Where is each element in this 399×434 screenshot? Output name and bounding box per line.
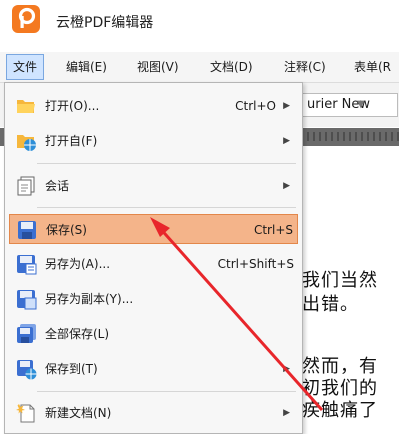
menu-item-label: 新建文档(N) <box>45 406 112 420</box>
menu-item-shortcut: Ctrl+O <box>235 99 276 113</box>
app-title: 云橙PDF编辑器 <box>56 15 154 31</box>
menu-separator <box>37 207 296 208</box>
menu-item-label: 另存为副本(Y)... <box>45 292 134 306</box>
title-bar: 云橙PDF编辑器 <box>0 0 399 44</box>
chevron-right-icon: ▶ <box>283 136 290 146</box>
menu-bar: 文件 编辑(E) 视图(V) 文档(D) 注释(C) 表单(R <box>0 52 399 83</box>
menu-separator <box>37 391 296 392</box>
save-icon <box>16 219 38 241</box>
menu-item-label: 会话 <box>45 179 70 193</box>
menu-item-label: 另存为(A)... <box>45 257 111 271</box>
menu-file[interactable]: 文件 <box>6 54 45 80</box>
menu-edit[interactable]: 编辑(E) <box>60 55 113 79</box>
chevron-right-icon: ▶ <box>283 408 290 418</box>
chevron-right-icon: ▶ <box>283 364 290 374</box>
menu-item-session[interactable]: 会话 ▶ <box>9 171 298 201</box>
menu-view[interactable]: 视图(V) <box>131 55 185 79</box>
menu-form[interactable]: 表单(R <box>348 55 397 79</box>
chevron-down-icon: ▼ <box>357 99 365 110</box>
menu-comment[interactable]: 注释(C) <box>278 55 332 79</box>
menu-item-save-all[interactable]: 全部保存(L) <box>9 319 298 349</box>
save-copy-icon <box>15 288 37 310</box>
menu-item-save-as[interactable]: 另存为(A)... Ctrl+Shift+S <box>9 249 298 279</box>
new-document-icon <box>15 402 37 424</box>
folder-open-icon <box>15 95 37 117</box>
file-menu-dropdown: 打开(O)... Ctrl+O ▶ 打开自(F) ▶ 会话 ▶ 保存(S) Ct… <box>4 82 303 434</box>
menu-item-open[interactable]: 打开(O)... Ctrl+O ▶ <box>9 91 298 121</box>
menu-item-shortcut: Ctrl+S <box>253 223 293 237</box>
document-text-line: 我们当然 <box>302 270 378 291</box>
document-text-line: 出错。 <box>302 294 359 315</box>
menu-item-label: 全部保存(L) <box>45 327 110 341</box>
open-from-web-icon <box>15 130 37 152</box>
session-icon <box>15 175 37 197</box>
app-logo-icon <box>12 5 40 33</box>
save-to-icon <box>15 358 37 380</box>
menu-item-save-to[interactable]: 保存到(T) ▶ <box>9 354 298 384</box>
menu-item-new-document[interactable]: 新建文档(N) ▶ <box>9 398 298 428</box>
document-text-line: 疾触痛了 <box>302 400 378 421</box>
chevron-right-icon: ▶ <box>283 181 290 191</box>
menu-item-shortcut: Ctrl+Shift+S <box>217 257 294 271</box>
menu-item-label: 打开自(F) <box>45 134 98 148</box>
chevron-right-icon: ▶ <box>283 101 290 111</box>
menu-item-label: 保存到(T) <box>45 362 98 376</box>
menu-document[interactable]: 文档(D) <box>204 55 259 79</box>
save-as-icon <box>15 253 37 275</box>
save-all-icon <box>15 323 37 345</box>
menu-item-label: 打开(O)... <box>45 99 100 113</box>
menu-item-label: 保存(S) <box>46 223 87 237</box>
menu-item-save-copy[interactable]: 另存为副本(Y)... <box>9 284 298 314</box>
menu-item-save[interactable]: 保存(S) Ctrl+S <box>9 214 298 244</box>
menu-item-open-from[interactable]: 打开自(F) ▶ <box>9 126 298 156</box>
menu-separator <box>37 163 296 164</box>
